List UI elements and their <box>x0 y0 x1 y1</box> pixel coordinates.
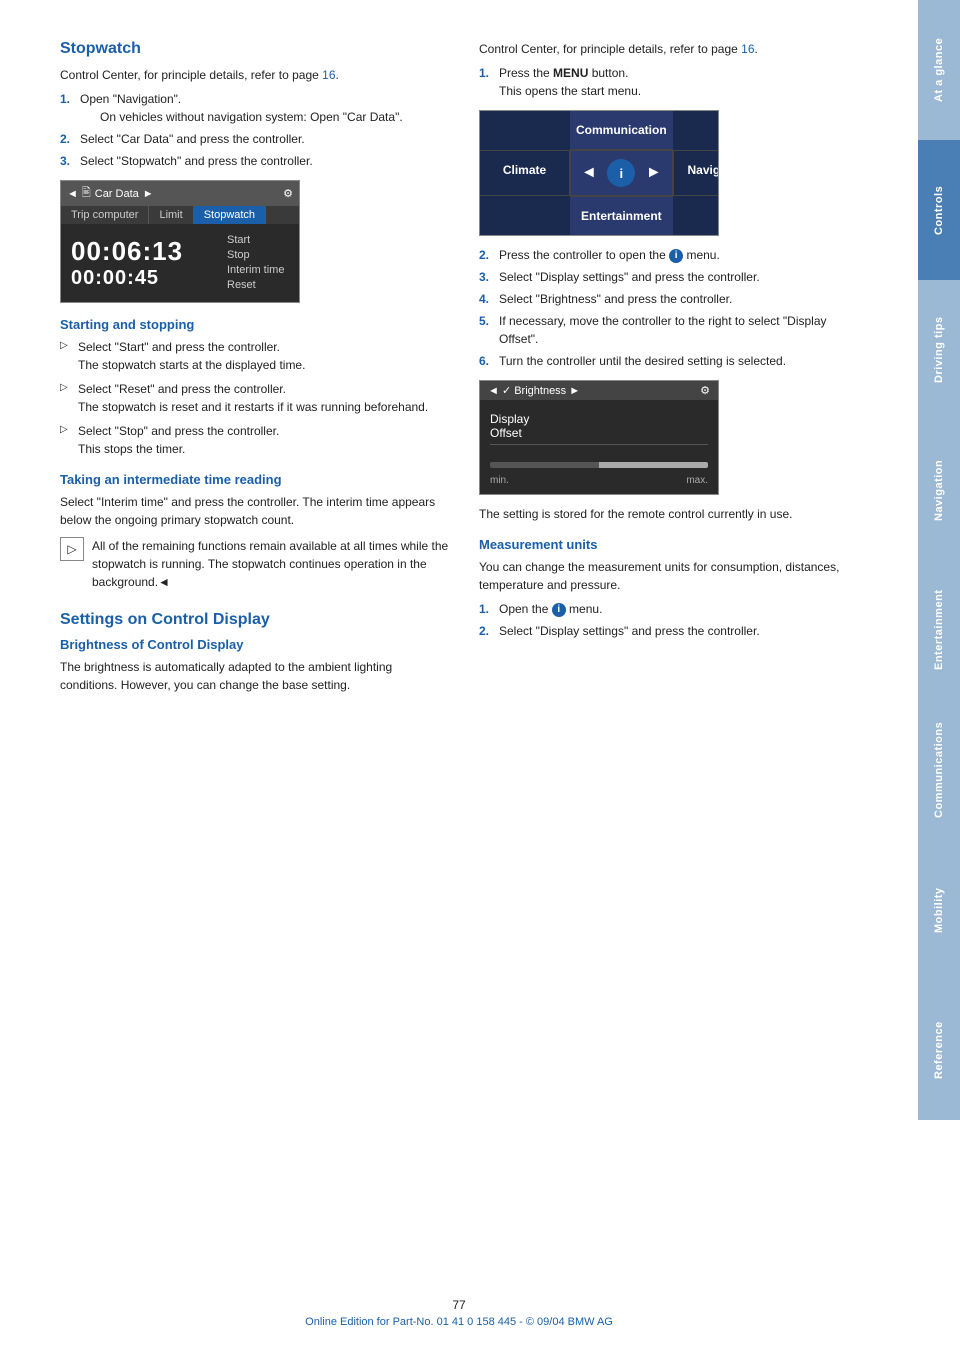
left-column: Stopwatch Control Center, for principle … <box>60 40 449 700</box>
stopwatch-step-3: 3. Select "Stopwatch" and press the cont… <box>60 152 449 170</box>
sidebar-tab-navigation[interactable]: Navigation <box>918 420 960 560</box>
nav-climate: Climate <box>480 150 570 196</box>
note-box: ▷ All of the remaining functions remain … <box>60 537 449 591</box>
bullet-reset: Select "Reset" and press the controller.… <box>60 380 449 416</box>
bullet-stop: Select "Stop" and press the controller. … <box>60 422 449 458</box>
sidebar-tab-driving-tips[interactable]: Driving tips <box>918 280 960 420</box>
bright-step-2: 2. Press the controller to open the i me… <box>479 246 868 264</box>
nav-navigation: Navigation <box>673 150 719 196</box>
br-min-label: min. <box>490 475 509 486</box>
sidebar: At a glance Controls Driving tips Naviga… <box>918 0 960 1358</box>
br-slider-row <box>490 457 708 473</box>
br-titlebar: ◄ ✓ Brightness ► ⚙ <box>480 381 718 400</box>
bright-step-1: 1. Press the MENU button. This opens the… <box>479 64 868 100</box>
nav-center: ◄ i ► <box>570 150 673 196</box>
measure-step-1: 1. Open the i menu. <box>479 600 868 618</box>
sw-tabs: Trip computer Limit Stopwatch <box>61 206 299 224</box>
sidebar-tab-at-a-glance[interactable]: At a glance <box>918 0 960 140</box>
page-number: 77 <box>0 1298 918 1312</box>
main-content: Stopwatch Control Center, for principle … <box>0 0 918 780</box>
brightness-intro: The brightness is automatically adapted … <box>60 658 449 694</box>
brightness-steps: 1. Press the MENU button. This opens the… <box>479 64 868 100</box>
starting-stopping-title: Starting and stopping <box>60 317 449 332</box>
footer-text: Online Edition for Part-No. 01 41 0 158 … <box>0 1316 918 1328</box>
interim-title: Taking an intermediate time reading <box>60 472 449 487</box>
br-slider-track <box>490 462 708 468</box>
brightness-image: ◄ ✓ Brightness ► ⚙ DisplayOffset min. ma… <box>479 380 719 495</box>
stopwatch-page-link[interactable]: 16 <box>322 68 335 82</box>
sidebar-tab-controls[interactable]: Controls <box>918 140 960 280</box>
bright-step-3: 3. Select "Display settings" and press t… <box>479 268 868 286</box>
nav-info-icon: i <box>607 159 635 187</box>
settings-title: Settings on Control Display <box>60 611 449 629</box>
br-display-offset: DisplayOffset <box>490 408 708 445</box>
sw-tab-limit: Limit <box>149 206 193 224</box>
brightness-steps-2: 2. Press the controller to open the i me… <box>479 246 868 370</box>
note-text: All of the remaining functions remain av… <box>92 537 449 591</box>
sw-tab-trip: Trip computer <box>61 206 149 224</box>
stored-text: The setting is stored for the remote con… <box>479 505 868 523</box>
sidebar-tab-communications[interactable]: Communications <box>918 700 960 840</box>
br-slider <box>490 461 708 469</box>
info-icon-measure: i <box>552 603 566 617</box>
sw-time1: 00:06:13 <box>71 236 209 267</box>
stopwatch-step-1: 1. Open "Navigation". On vehicles withou… <box>60 90 449 126</box>
nav-communication: Communication <box>570 111 673 150</box>
sidebar-tab-entertainment[interactable]: Entertainment <box>918 560 960 700</box>
two-column-layout: Stopwatch Control Center, for principle … <box>60 40 868 700</box>
br-max-label: max. <box>686 475 708 486</box>
starting-stopping-list: Select "Start" and press the controller.… <box>60 338 449 458</box>
bright-step-4: 4. Select "Brightness" and press the con… <box>479 290 868 308</box>
sidebar-tab-mobility[interactable]: Mobility <box>918 840 960 980</box>
measurement-title: Measurement units <box>479 537 868 552</box>
stopwatch-title: Stopwatch <box>60 40 449 58</box>
sw-titlebar: ◄ 🖹 Car Data ► ⚙ <box>61 181 299 206</box>
nav-entertainment: Entertainment <box>570 196 673 235</box>
right-intro: Control Center, for principle details, r… <box>479 40 868 58</box>
note-icon: ▷ <box>60 537 84 561</box>
interim-intro: Select "Interim time" and press the cont… <box>60 493 449 529</box>
bullet-start: Select "Start" and press the controller.… <box>60 338 449 374</box>
br-body: DisplayOffset min. max. <box>480 400 718 494</box>
sidebar-tab-reference[interactable]: Reference <box>918 980 960 1120</box>
sw-body: 00:06:13 00:00:45 Start Stop Interim tim… <box>61 224 299 302</box>
measure-step-2: 2. Select "Display settings" and press t… <box>479 622 868 640</box>
stopwatch-steps: 1. Open "Navigation". On vehicles withou… <box>60 90 449 170</box>
brightness-title: Brightness of Control Display <box>60 637 449 652</box>
stopwatch-image: ◄ 🖹 Car Data ► ⚙ Trip computer Limit Sto… <box>60 180 300 303</box>
sw-control-reset: Reset <box>227 279 291 291</box>
stopwatch-step-2: 2. Select "Car Data" and press the contr… <box>60 130 449 148</box>
sw-control-stop: Stop <box>227 249 291 261</box>
sw-controls: Start Stop Interim time Reset <box>219 230 299 296</box>
page-footer: 77 Online Edition for Part-No. 01 41 0 1… <box>0 1298 918 1328</box>
stopwatch-intro: Control Center, for principle details, r… <box>60 66 449 84</box>
measurement-intro: You can change the measurement units for… <box>479 558 868 594</box>
sw-control-start: Start <box>227 234 291 246</box>
sw-time-section: 00:06:13 00:00:45 <box>61 230 219 296</box>
sw-time2: 00:00:45 <box>71 267 209 290</box>
br-labels: min. max. <box>490 475 708 486</box>
right-page-link[interactable]: 16 <box>741 42 754 56</box>
nav-menu-image: Communication Climate ◄ i ► Navigation E… <box>479 110 719 236</box>
bright-step-5: 5. If necessary, move the controller to … <box>479 312 868 348</box>
right-column: Control Center, for principle details, r… <box>479 40 868 700</box>
info-icon-inline: i <box>669 249 683 263</box>
measurement-steps: 1. Open the i menu. 2. Select "Display s… <box>479 600 868 640</box>
sw-control-interim: Interim time <box>227 264 291 276</box>
sw-tab-stopwatch: Stopwatch <box>194 206 266 224</box>
bright-step-6: 6. Turn the controller until the desired… <box>479 352 868 370</box>
